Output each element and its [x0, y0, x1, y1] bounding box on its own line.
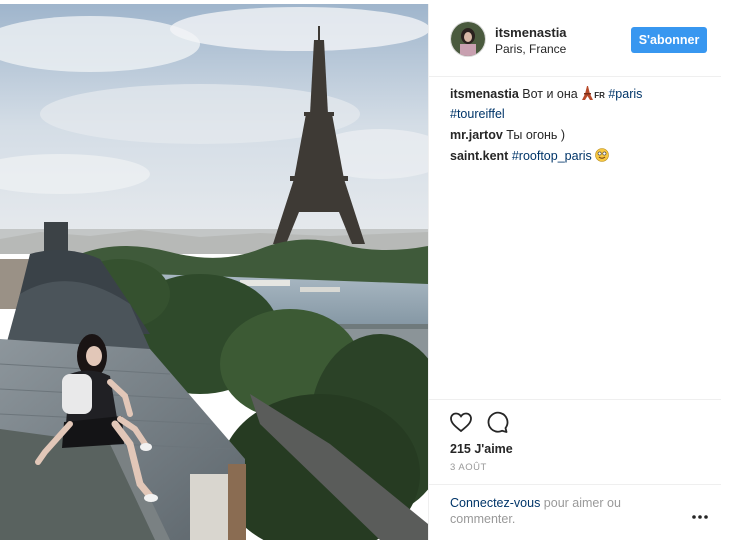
instagram-post: itsmenastia Paris, France S'abonner itsm… [0, 0, 730, 540]
comment-username[interactable]: saint.kent [450, 149, 508, 163]
smile-emoji-icon [595, 148, 610, 167]
comments-list: itsmenastia Вот и она FR #paris #toureif… [450, 85, 710, 170]
header-location[interactable]: Paris, France [495, 42, 566, 56]
likes-count[interactable]: 215 J'aime [450, 442, 513, 456]
caption-comment: itsmenastia Вот и она FR #paris #toureif… [450, 85, 710, 123]
comment-item: mr.jartov Ты огонь ) [450, 126, 710, 144]
login-prompt: Connectez-vous pour aimer ou commenter. [429, 484, 721, 541]
header-username[interactable]: itsmenastia [495, 25, 567, 40]
flag-code: FR [594, 91, 605, 100]
heart-icon[interactable] [449, 410, 473, 434]
tower-emoji-icon [581, 86, 594, 105]
login-link[interactable]: Connectez-vous [450, 496, 540, 510]
comment-text: Ты огонь ) [502, 128, 566, 142]
avatar[interactable] [450, 21, 486, 57]
post-date[interactable]: 3 AOÛT [450, 462, 487, 473]
hashtag-link[interactable]: #rooftop_paris [512, 149, 592, 163]
post-photo[interactable] [0, 4, 428, 540]
follow-button[interactable]: S'abonner [631, 27, 707, 53]
comment-username[interactable]: itsmenastia [450, 87, 519, 101]
hashtag-link[interactable]: #toureiffel [450, 107, 505, 121]
post-header: itsmenastia Paris, France S'abonner [429, 4, 721, 77]
comment-icon[interactable] [485, 410, 509, 434]
comment-username[interactable]: mr.jartov [450, 128, 503, 142]
comment-text: Вот и она [518, 87, 582, 101]
actions-bar [429, 399, 721, 433]
hashtag-link[interactable]: #paris [608, 87, 642, 101]
more-dots-icon[interactable] [691, 509, 709, 519]
post-side-panel: itsmenastia Paris, France S'abonner itsm… [429, 4, 730, 540]
login-text: Connectez-vous pour aimer ou commenter. [450, 495, 650, 527]
comment-item: saint.kent #rooftop_paris [450, 147, 710, 167]
